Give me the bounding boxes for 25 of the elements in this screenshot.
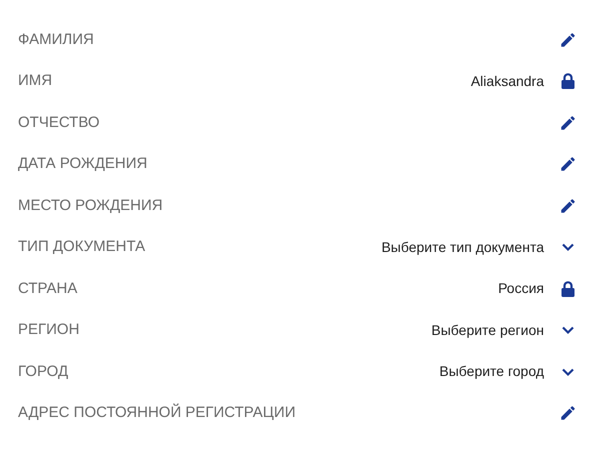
pencil-icon[interactable] — [559, 196, 577, 215]
field-value: Россия — [498, 279, 544, 298]
chevron-down-icon[interactable] — [561, 366, 575, 377]
field-label: ФАМИЛИЯ — [18, 30, 94, 50]
pencil-icon[interactable] — [559, 114, 577, 132]
field-label: ИМЯ — [18, 71, 52, 91]
field-label: СТРАНА — [18, 278, 78, 298]
field-value: Aliaksandra — [470, 72, 544, 91]
pencil-icon[interactable] — [559, 404, 577, 422]
chevron-down-icon[interactable] — [561, 242, 575, 252]
chevron-down-icon[interactable] — [561, 325, 575, 336]
field-label: МЕСТО РОЖДЕНИЯ — [18, 196, 163, 216]
field-label: АДРЕС ПОСТОЯННОЙ РЕГИСТРАЦИИ — [18, 402, 296, 423]
select-placeholder[interactable]: Выберите тип документа — [381, 236, 544, 258]
field-label: ДАТА РОЖДЕНИЯ — [18, 154, 148, 174]
select-placeholder[interactable]: Выберите город — [439, 361, 544, 382]
field-label: РЕГИОН — [18, 320, 80, 340]
field-label: ОТЧЕСТВО — [18, 112, 100, 132]
select-placeholder[interactable]: Выберите регион — [431, 320, 544, 341]
field-label: ГОРОД — [18, 362, 68, 382]
field-label: ТИП ДОКУМЕНТА — [18, 237, 146, 257]
pencil-icon[interactable] — [559, 155, 577, 174]
lock-icon — [561, 73, 575, 90]
pencil-icon[interactable] — [559, 30, 577, 49]
lock-icon — [561, 280, 575, 297]
